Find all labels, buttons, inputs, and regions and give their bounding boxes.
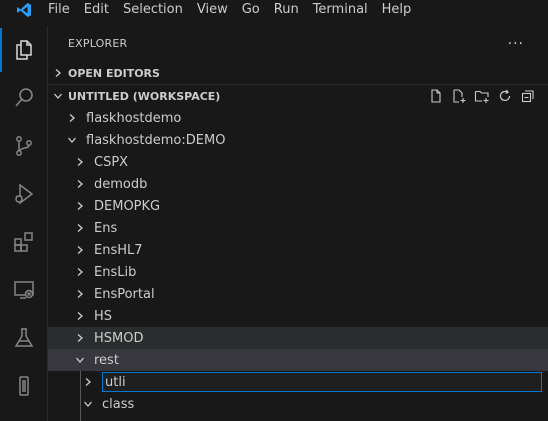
workspace-actions <box>428 85 536 107</box>
search-icon[interactable] <box>0 76 48 120</box>
menu-selection[interactable]: Selection <box>116 0 190 20</box>
explorer-title: EXPLORER <box>68 37 128 50</box>
menu-help[interactable]: Help <box>375 0 419 20</box>
chevron-down-icon <box>80 396 96 412</box>
source-control-icon[interactable] <box>0 124 48 168</box>
tree-item-label: class <box>102 396 135 412</box>
more-actions-icon[interactable]: ··· <box>508 36 524 52</box>
chevron-down-icon <box>72 352 88 368</box>
tree-item-flaskhostdemo[interactable]: flaskhostdemo <box>48 107 548 129</box>
tree-item-label: flaskhostdemo <box>86 110 182 126</box>
workspace-section[interactable]: UNTITLED (WORKSPACE) <box>48 85 548 107</box>
tree-item-enshl7[interactable]: EnsHL7 <box>48 239 548 261</box>
open-editors-section[interactable]: OPEN EDITORS <box>48 62 548 84</box>
tree-item-label: Ens <box>94 220 118 236</box>
chevron-right-icon <box>64 110 80 126</box>
docker-icon[interactable] <box>0 364 48 408</box>
chevron-right-icon <box>72 308 88 324</box>
activity-bar <box>0 26 48 421</box>
tree-item-label: CSPX <box>94 154 129 170</box>
chevron-right-icon <box>80 374 96 390</box>
menu-run[interactable]: Run <box>267 0 306 20</box>
menu-edit[interactable]: Edit <box>77 0 116 20</box>
tree-item-cspx[interactable]: CSPX <box>48 151 548 173</box>
tree-item-class[interactable]: class <box>48 393 548 415</box>
extensions-icon[interactable] <box>0 220 48 264</box>
remote-explorer-icon[interactable] <box>0 268 48 312</box>
rename-input[interactable] <box>102 372 542 392</box>
chevron-right-icon <box>72 242 88 258</box>
tree-item-label: EnsHL7 <box>94 242 143 258</box>
chevron-right-icon <box>72 176 88 192</box>
tree-item-ens[interactable]: Ens <box>48 217 548 239</box>
tree-item-rest[interactable]: rest <box>48 349 548 371</box>
tree-item-demodb[interactable]: demodb <box>48 173 548 195</box>
tree-item-demopkg[interactable]: DEMOPKG <box>48 195 548 217</box>
workspace-label: UNTITLED (WORKSPACE) <box>68 89 221 103</box>
new-folder-icon[interactable] <box>474 88 490 104</box>
explorer-icon[interactable] <box>0 28 48 72</box>
explorer-sidebar: EXPLORER ··· OPEN EDITORS UNTITLED (WORK… <box>48 26 548 421</box>
tree-item-label: HSMOD <box>94 330 144 346</box>
active-indicator <box>0 28 2 72</box>
run-debug-icon[interactable] <box>0 172 48 216</box>
menu-bar: File Edit Selection View Go Run Terminal… <box>0 0 548 20</box>
menu-go[interactable]: Go <box>235 0 267 20</box>
tree-item-label: rest <box>94 352 119 368</box>
tree-item-hs[interactable]: HS <box>48 305 548 327</box>
tree-item-ensportal[interactable]: EnsPortal <box>48 283 548 305</box>
chevron-right-icon <box>48 68 68 78</box>
menu-view[interactable]: View <box>190 0 235 20</box>
new-file-icon[interactable] <box>428 88 444 104</box>
chevron-right-icon <box>72 198 88 214</box>
testing-icon[interactable] <box>0 316 48 360</box>
menu-terminal[interactable]: Terminal <box>306 0 375 20</box>
tree-item-utli[interactable] <box>48 371 548 393</box>
tree-item-label: HS <box>94 308 113 324</box>
tree-item-flaskhostdemo-demo[interactable]: flaskhostdemo:DEMO <box>48 129 548 151</box>
chevron-right-icon <box>72 264 88 280</box>
explorer-header: EXPLORER ··· <box>48 26 548 61</box>
vscode-logo-icon <box>0 0 48 20</box>
chevron-right-icon <box>72 330 88 346</box>
chevron-right-icon <box>72 220 88 236</box>
refresh-icon[interactable] <box>497 88 513 104</box>
new-file-plus-icon[interactable] <box>451 88 467 104</box>
chevron-right-icon <box>72 154 88 170</box>
open-editors-label: OPEN EDITORS <box>68 66 160 80</box>
menu-file[interactable]: File <box>48 0 77 20</box>
chevron-down-icon <box>64 132 80 148</box>
tree-item-enslib[interactable]: EnsLib <box>48 261 548 283</box>
tree-item-label: demodb <box>94 176 148 192</box>
chevron-down-icon <box>48 91 68 101</box>
tree-item-hsmod[interactable]: HSMOD <box>48 327 548 349</box>
tree-item-label: EnsLib <box>94 264 137 280</box>
tree-item-label: flaskhostdemo:DEMO <box>86 132 226 148</box>
chevron-right-icon <box>72 286 88 302</box>
tree-item-label: DEMOPKG <box>94 198 161 214</box>
collapse-all-icon[interactable] <box>520 88 536 104</box>
tree-item-label: EnsPortal <box>94 286 155 302</box>
